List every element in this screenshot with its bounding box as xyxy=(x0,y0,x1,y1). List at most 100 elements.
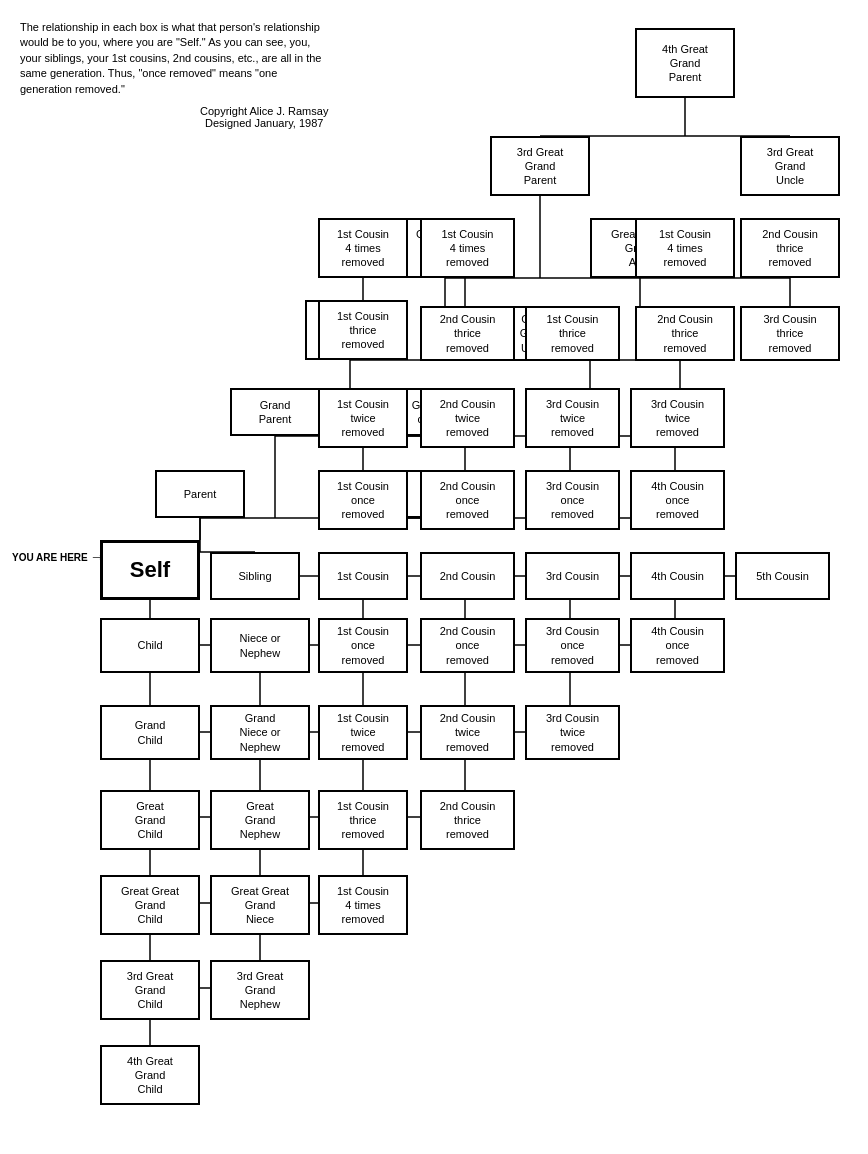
box-label-1st_twice_d: 1st Cousin twice removed xyxy=(337,711,389,754)
box-label-2nd_thrice_d: 2nd Cousin thrice removed xyxy=(440,799,496,842)
box-label-4th_cousin: 4th Cousin xyxy=(651,569,704,583)
box-label-4th_once_d: 4th Cousin once removed xyxy=(651,624,704,667)
box-2nd_4times: 1st Cousin 4 times removed xyxy=(420,218,515,278)
box-label-1cousin4r_up: 1st Cousin 4 times removed xyxy=(659,227,711,270)
box-label-2nd_twice_d: 2nd Cousin twice removed xyxy=(440,711,496,754)
box-label-1st_cousin: 1st Cousin xyxy=(337,569,389,583)
box-3rd_once_d: 3rd Cousin once removed xyxy=(525,618,620,673)
box-1st_thrice_d: 1st Cousin thrice removed xyxy=(318,790,408,850)
box-label-grandparent: Grand Parent xyxy=(259,398,291,427)
box-label-4th_once: 4th Cousin once removed xyxy=(651,479,704,522)
box-label-great_grand_nephew: Great Grand Nephew xyxy=(240,799,280,842)
box-great_grand_nephew: Great Grand Nephew xyxy=(210,790,310,850)
box-greatgrandchild: Great Grand Child xyxy=(100,790,200,850)
box-label-grandchild: Grand Child xyxy=(135,718,166,747)
copyright-line1: Copyright Alice J. Ramsay xyxy=(200,105,328,117)
intro-paragraph: The relationship in each box is what tha… xyxy=(20,21,321,95)
box-grandparent: Grand Parent xyxy=(230,388,320,436)
box-1st_once_d: 1st Cousin once removed xyxy=(318,618,408,673)
box-label-2cousin3r: 2nd Cousin thrice removed xyxy=(657,312,713,355)
box-label-2cousin4r: 2nd Cousin thrice removed xyxy=(762,227,818,270)
box-5th_cousin: 5th Cousin xyxy=(735,552,830,600)
you-are-here-text: YOU ARE HERE xyxy=(12,552,88,563)
box-2nd_thrice_d: 2nd Cousin thrice removed xyxy=(420,790,515,850)
box-label-2nd_thrice: 2nd Cousin thrice removed xyxy=(440,312,496,355)
box-label-3rdgrandchild: 3rd Great Grand Child xyxy=(127,969,173,1012)
box-label-sibling: Sibling xyxy=(238,569,271,583)
box-2cousin3r: 2nd Cousin thrice removed xyxy=(635,306,735,361)
box-label-3rd_cousin: 3rd Cousin xyxy=(546,569,599,583)
box-3rd_once: 3rd Cousin once removed xyxy=(525,470,620,530)
box-1st_cousin: 1st Cousin xyxy=(318,552,408,600)
box-3rd_grand_nephew: 3rd Great Grand Nephew xyxy=(210,960,310,1020)
box-label-3rd_twice: 3rd Cousin twice removed xyxy=(546,397,599,440)
box-2nd_once_d: 2nd Cousin once removed xyxy=(420,618,515,673)
box-niece_nephew: Niece or Nephew xyxy=(210,618,310,673)
box-gg_grand_niece: Great Great Grand Niece xyxy=(210,875,310,935)
box-label-3rd_grand_nephew: 3rd Great Grand Nephew xyxy=(237,969,283,1012)
box-3cousin3r: 3rd Cousin thrice removed xyxy=(740,306,840,361)
box-grand_niece: Grand Niece or Nephew xyxy=(210,705,310,760)
box-4thggp: 4th Great Grand Parent xyxy=(635,28,735,98)
box-3rdgrandchild: 3rd Great Grand Child xyxy=(100,960,200,1020)
box-1st_4times_d: 1st Cousin 4 times removed xyxy=(318,875,408,935)
box-label-1st_once: 1st Cousin once removed xyxy=(337,479,389,522)
copyright-line2: Designed January, 1987 xyxy=(200,117,328,129)
box-2nd_cousin: 2nd Cousin xyxy=(420,552,515,600)
box-parent: Parent xyxy=(155,470,245,518)
box-4th_twice: 3rd Cousin twice removed xyxy=(630,388,725,448)
box-label-ggrandchild: Great Great Grand Child xyxy=(121,884,179,927)
box-3rd_twice: 3rd Cousin twice removed xyxy=(525,388,620,448)
box-label-1st_4times: 1st Cousin 4 times removed xyxy=(337,227,389,270)
box-label-3cousin3r: 3rd Cousin thrice removed xyxy=(763,312,816,355)
box-4thgrandchild: 4th Great Grand Child xyxy=(100,1045,200,1105)
box-1st_thrice: 1st Cousin thrice removed xyxy=(318,300,408,360)
box-label-4th_twice: 3rd Cousin twice removed xyxy=(651,397,704,440)
box-label-child: Child xyxy=(137,638,162,652)
box-label-2nd_once_d: 2nd Cousin once removed xyxy=(440,624,496,667)
box-label-3rd_thrice: 1st Cousin thrice removed xyxy=(547,312,599,355)
box-label-4thggp: 4th Great Grand Parent xyxy=(662,42,708,85)
box-label-2nd_twice: 2nd Cousin twice removed xyxy=(440,397,496,440)
box-label-self: Self xyxy=(130,556,170,585)
box-ggrandchild: Great Great Grand Child xyxy=(100,875,200,935)
box-1st_twice_d: 1st Cousin twice removed xyxy=(318,705,408,760)
box-label-greatgrandchild: Great Grand Child xyxy=(135,799,166,842)
box-label-3rd_once_d: 3rd Cousin once removed xyxy=(546,624,599,667)
box-label-4thgrandchild: 4th Great Grand Child xyxy=(127,1054,173,1097)
intro-text: The relationship in each box is what tha… xyxy=(20,20,330,97)
box-1st_twice: 1st Cousin twice removed xyxy=(318,388,408,448)
you-are-here-label: YOU ARE HERE → xyxy=(12,548,106,566)
box-label-gg_grand_niece: Great Great Grand Niece xyxy=(231,884,289,927)
box-label-1st_once_d: 1st Cousin once removed xyxy=(337,624,389,667)
copyright-block: Copyright Alice J. Ramsay Designed Janua… xyxy=(200,105,328,129)
box-label-3rd_great_uncle: 3rd Great Grand Uncle xyxy=(767,145,813,188)
box-label-1st_thrice_d: 1st Cousin thrice removed xyxy=(337,799,389,842)
box-2nd_twice_d: 2nd Cousin twice removed xyxy=(420,705,515,760)
box-label-grand_niece: Grand Niece or Nephew xyxy=(240,711,281,754)
box-2nd_twice: 2nd Cousin twice removed xyxy=(420,388,515,448)
box-3rd_great_uncle: 3rd Great Grand Uncle xyxy=(740,136,840,196)
box-child: Child xyxy=(100,618,200,673)
box-1cousin4r_up: 1st Cousin 4 times removed xyxy=(635,218,735,278)
box-label-5th_cousin: 5th Cousin xyxy=(756,569,809,583)
box-label-1st_4times_d: 1st Cousin 4 times removed xyxy=(337,884,389,927)
box-4th_once: 4th Cousin once removed xyxy=(630,470,725,530)
box-label-2nd_4times: 1st Cousin 4 times removed xyxy=(442,227,494,270)
box-label-parent: Parent xyxy=(184,487,216,501)
box-4th_once_d: 4th Cousin once removed xyxy=(630,618,725,673)
box-1st_once: 1st Cousin once removed xyxy=(318,470,408,530)
box-3rd_thrice: 1st Cousin thrice removed xyxy=(525,306,620,361)
box-label-3rd_twice_d: 3rd Cousin twice removed xyxy=(546,711,599,754)
box-2nd_thrice: 2nd Cousin thrice removed xyxy=(420,306,515,361)
page: The relationship in each box is what tha… xyxy=(0,0,868,1154)
box-label-3rdggp: 3rd Great Grand Parent xyxy=(517,145,563,188)
box-label-2nd_once: 2nd Cousin once removed xyxy=(440,479,496,522)
box-label-niece_nephew: Niece or Nephew xyxy=(240,631,281,660)
box-label-1st_thrice: 1st Cousin thrice removed xyxy=(337,309,389,352)
box-3rd_twice_d: 3rd Cousin twice removed xyxy=(525,705,620,760)
box-label-2nd_cousin: 2nd Cousin xyxy=(440,569,496,583)
box-4th_cousin: 4th Cousin xyxy=(630,552,725,600)
box-3rdggp: 3rd Great Grand Parent xyxy=(490,136,590,196)
box-2cousin4r: 2nd Cousin thrice removed xyxy=(740,218,840,278)
